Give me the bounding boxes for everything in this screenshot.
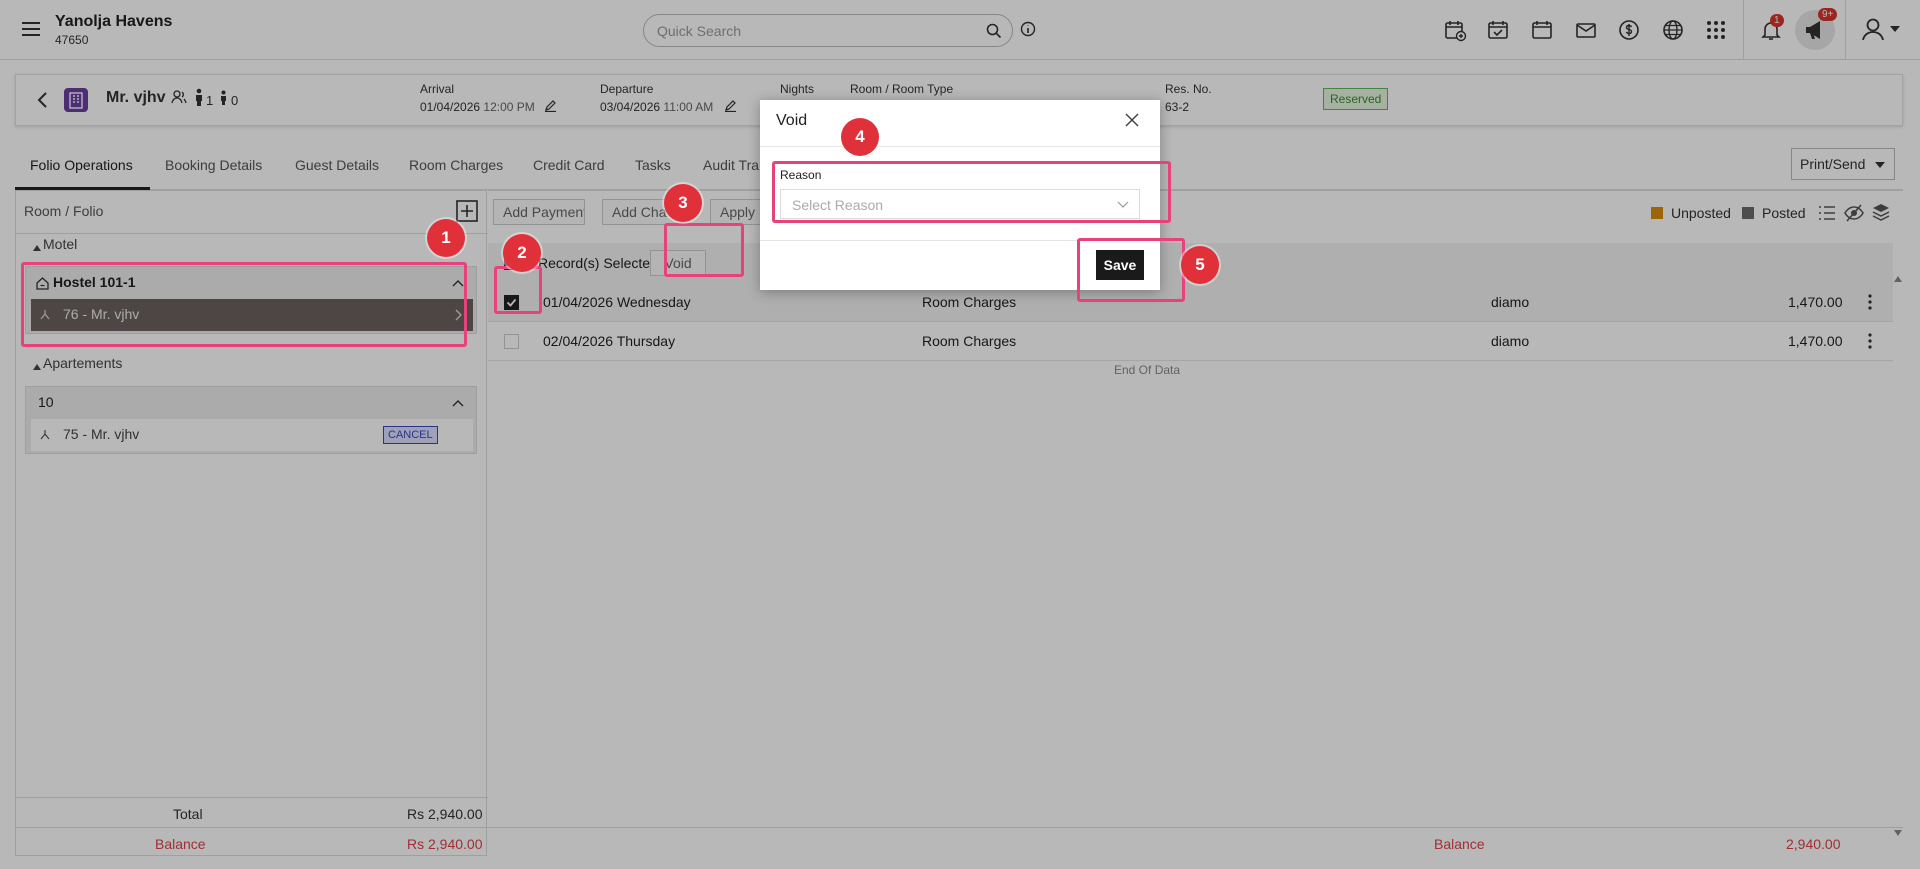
highlight-folio-selection bbox=[21, 262, 467, 347]
highlight-save-button bbox=[1077, 238, 1185, 302]
step-marker-2: 2 bbox=[503, 234, 541, 272]
divider bbox=[760, 146, 1160, 147]
highlight-void-button bbox=[664, 223, 744, 277]
step-marker-5: 5 bbox=[1181, 246, 1219, 284]
highlight-row-checkbox bbox=[494, 266, 542, 314]
highlight-reason-select bbox=[772, 161, 1171, 223]
dialog-title: Void bbox=[776, 112, 808, 129]
close-icon[interactable] bbox=[1124, 112, 1140, 128]
step-marker-1: 1 bbox=[427, 219, 465, 257]
step-marker-3: 3 bbox=[664, 184, 702, 222]
step-marker-4: 4 bbox=[841, 118, 879, 156]
